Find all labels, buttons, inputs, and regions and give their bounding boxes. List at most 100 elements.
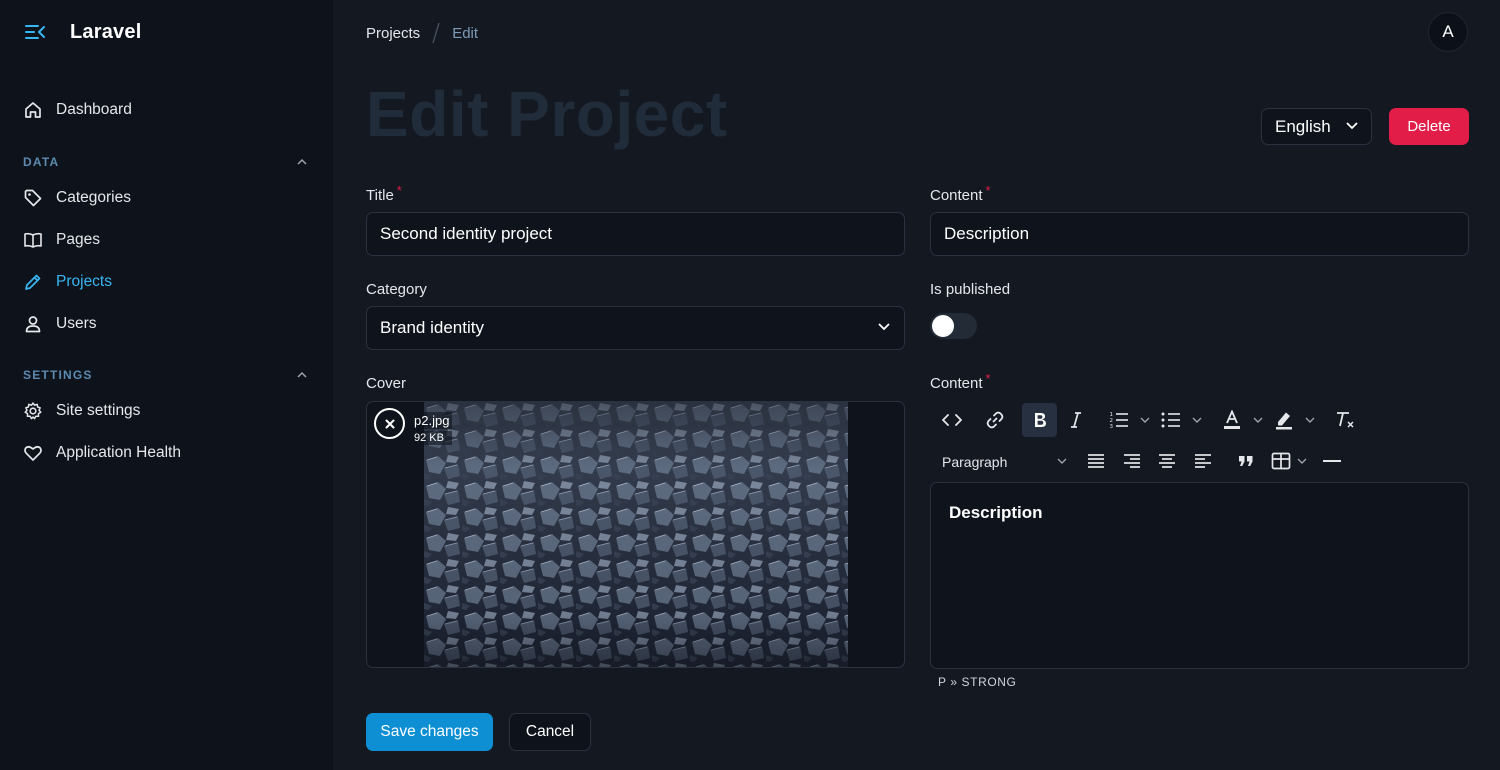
bullet-list-options[interactable] xyxy=(1190,403,1204,437)
brand: Laravel xyxy=(24,20,141,44)
table-button[interactable] xyxy=(1268,444,1294,478)
remove-file-button[interactable] xyxy=(374,408,405,439)
group-toggle-settings[interactable]: SETTINGS xyxy=(23,365,309,385)
table-options[interactable] xyxy=(1295,444,1309,478)
heart-icon xyxy=(22,442,44,464)
user-icon xyxy=(22,313,44,335)
avatar[interactable]: A xyxy=(1428,12,1468,52)
sidebar-item-dashboard[interactable]: Dashboard xyxy=(22,95,132,125)
chevron-up-icon xyxy=(295,368,309,382)
bullet-list-icon xyxy=(1161,412,1180,428)
justify-button[interactable] xyxy=(1082,444,1110,478)
chevron-down-icon xyxy=(1253,417,1263,423)
chevron-up-icon xyxy=(295,155,309,169)
svg-text:3: 3 xyxy=(1110,424,1114,429)
sidebar-item-label: Dashboard xyxy=(56,101,132,118)
gear-icon xyxy=(22,400,44,422)
title-field[interactable]: Second identity project xyxy=(366,212,905,256)
breadcrumb-item-edit[interactable]: Edit xyxy=(452,25,478,42)
sidebar: Laravel Dashboard DATA Categories Pages … xyxy=(0,0,333,770)
page-title: Edit Project xyxy=(366,78,728,150)
highlight-button[interactable] xyxy=(1270,403,1298,437)
horizontal-rule-button[interactable] xyxy=(1318,444,1346,478)
cover-image xyxy=(424,402,848,667)
blockquote-button[interactable] xyxy=(1233,444,1259,478)
breadcrumb-separator-icon xyxy=(430,21,442,45)
category-select-value: Brand identity xyxy=(380,318,484,337)
app-name: Laravel xyxy=(70,20,142,43)
title-field-value: Second identity project xyxy=(380,224,552,243)
bold-button[interactable] xyxy=(1022,403,1057,437)
sidebar-item-categories[interactable]: Categories xyxy=(22,183,131,213)
align-justify-icon xyxy=(1088,454,1104,468)
category-select[interactable]: Brand identity xyxy=(366,306,905,350)
align-right-button[interactable] xyxy=(1118,444,1146,478)
horizontal-line-icon xyxy=(1323,460,1341,462)
italic-button[interactable] xyxy=(1062,403,1090,437)
sidebar-item-label: Users xyxy=(56,315,97,332)
sidebar-item-application-health[interactable]: Application Health xyxy=(22,438,181,468)
required-marker: * xyxy=(985,371,991,386)
content-short-field-value: Description xyxy=(944,224,1030,243)
highlighter-icon xyxy=(1276,412,1292,430)
cover-upload[interactable]: p2.jpg 92 KB xyxy=(366,401,905,668)
numbered-list-button[interactable]: 123 xyxy=(1106,403,1132,437)
sidebar-item-label: Application Health xyxy=(56,444,181,461)
bullet-list-button[interactable] xyxy=(1158,403,1184,437)
block-format-select[interactable]: Paragraph xyxy=(936,447,1068,477)
group-toggle-data[interactable]: DATA xyxy=(23,152,309,172)
editor-content: Description xyxy=(949,503,1043,522)
content-short-label-text: Content xyxy=(930,187,983,204)
chevron-down-icon xyxy=(1140,417,1150,423)
sidebar-item-label: Pages xyxy=(56,231,100,248)
sidebar-item-users[interactable]: Users xyxy=(22,309,96,339)
align-right-icon xyxy=(1124,454,1140,468)
sidebar-item-projects[interactable]: Projects xyxy=(22,267,112,297)
block-format-value: Paragraph xyxy=(942,454,1008,470)
chevron-down-icon xyxy=(877,318,891,338)
text-color-button[interactable] xyxy=(1218,403,1246,437)
numbered-list-options[interactable] xyxy=(1138,403,1152,437)
pencil-icon xyxy=(22,271,44,293)
category-label: Category xyxy=(366,281,427,298)
bold-icon xyxy=(1034,413,1046,427)
content-short-field[interactable]: Description xyxy=(930,212,1469,256)
delete-button[interactable]: Delete xyxy=(1389,108,1469,145)
highlight-options[interactable] xyxy=(1303,403,1317,437)
cover-label: Cover xyxy=(366,375,407,392)
align-left-icon xyxy=(1195,454,1211,468)
language-select[interactable]: English xyxy=(1261,108,1372,145)
sidebar-item-pages[interactable]: Pages xyxy=(22,225,100,255)
title-label-text: Title xyxy=(366,187,394,204)
quote-icon xyxy=(1239,456,1253,466)
align-center-icon xyxy=(1159,454,1175,468)
sidebar-item-label: Categories xyxy=(56,189,131,206)
code-icon xyxy=(942,414,962,426)
is-published-toggle[interactable] xyxy=(930,313,977,339)
align-left-button[interactable] xyxy=(1189,444,1217,478)
file-size: 92 KB xyxy=(411,431,453,445)
clear-formatting-button[interactable] xyxy=(1330,403,1360,437)
save-button[interactable]: Save changes xyxy=(366,713,493,751)
collapse-menu-icon[interactable] xyxy=(24,21,46,43)
italic-icon xyxy=(1071,412,1081,428)
text-color-options[interactable] xyxy=(1251,403,1265,437)
rich-text-editor[interactable]: Description xyxy=(930,482,1469,669)
required-marker: * xyxy=(396,183,402,198)
content-short-label: Content * xyxy=(930,183,991,204)
sidebar-item-site-settings[interactable]: Site settings xyxy=(22,396,140,426)
file-name: p2.jpg xyxy=(411,412,453,429)
link-button[interactable] xyxy=(979,403,1011,437)
is-published-label: Is published xyxy=(930,281,1011,298)
clear-formatting-icon xyxy=(1337,412,1354,428)
close-icon xyxy=(385,419,394,428)
source-code-button[interactable] xyxy=(936,403,968,437)
group-label: SETTINGS xyxy=(23,368,93,382)
breadcrumb-item-projects[interactable]: Projects xyxy=(366,25,420,42)
group-label: DATA xyxy=(23,155,60,169)
chevron-down-icon xyxy=(1345,117,1359,137)
table-icon xyxy=(1271,452,1291,470)
link-icon xyxy=(986,411,1004,429)
cancel-button[interactable]: Cancel xyxy=(509,713,591,751)
align-center-button[interactable] xyxy=(1153,444,1181,478)
